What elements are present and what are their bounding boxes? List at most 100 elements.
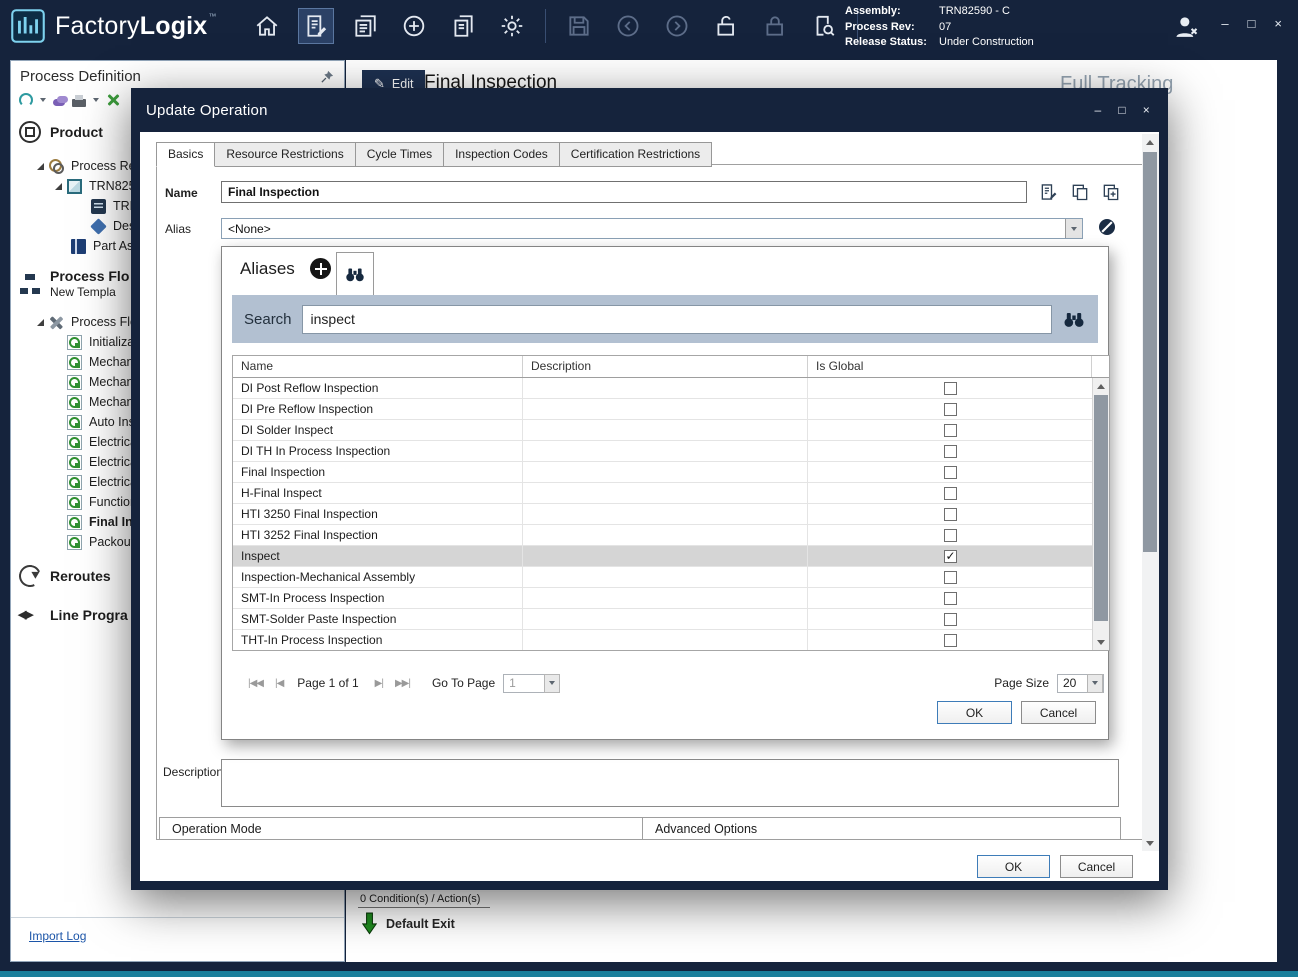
process-step-icon [67, 495, 82, 510]
home-button[interactable] [249, 8, 285, 44]
is-global-checkbox[interactable] [944, 550, 957, 563]
search-binoculars-icon[interactable] [1062, 307, 1086, 331]
window-close-button[interactable]: × [1274, 16, 1282, 31]
table-row[interactable]: DI Solder Inspect [233, 420, 1092, 441]
column-header[interactable]: Name [233, 356, 523, 377]
dialog-tab[interactable]: Certification Restrictions [559, 142, 712, 167]
scroll-down-icon[interactable] [1093, 634, 1109, 650]
expand-arrow-icon[interactable] [55, 183, 62, 190]
dialog-maximize-button[interactable]: □ [1118, 103, 1125, 117]
window-maximize-button[interactable]: □ [1248, 16, 1256, 31]
no-alias-icon[interactable] [1097, 217, 1117, 237]
user-logout-button[interactable] [1168, 9, 1204, 45]
prev-page-button[interactable]: |◀ [275, 678, 283, 689]
alias-search-input[interactable] [302, 305, 1052, 334]
alias-combobox[interactable]: <None> [221, 218, 1083, 239]
table-row[interactable]: HTI 3252 Final Inspection [233, 525, 1092, 546]
dialog-tab[interactable]: Resource Restrictions [214, 142, 355, 167]
column-header[interactable]: Description [523, 356, 808, 377]
dialog-tab[interactable]: Basics [156, 142, 215, 167]
is-global-checkbox[interactable] [944, 424, 957, 437]
alias-search-tab[interactable] [336, 252, 374, 295]
settings-button[interactable] [494, 8, 530, 44]
description-textarea[interactable] [221, 759, 1119, 807]
is-global-checkbox[interactable] [944, 466, 957, 479]
next-page-button[interactable]: ▶| [375, 678, 383, 689]
dialog-minimize-button[interactable]: – [1094, 103, 1101, 117]
pin-icon[interactable] [320, 69, 335, 84]
expand-arrow-icon[interactable] [37, 319, 44, 326]
back-button[interactable] [610, 8, 646, 44]
copy-add-icon[interactable] [1101, 182, 1121, 202]
is-global-checkbox[interactable] [944, 487, 957, 500]
combo-dropdown-button[interactable] [1065, 219, 1082, 238]
add-alias-button[interactable] [310, 258, 331, 279]
last-page-button[interactable]: ▶▶| [395, 678, 410, 689]
sync-button[interactable] [396, 8, 432, 44]
scroll-thumb[interactable] [1094, 395, 1108, 621]
name-input[interactable] [221, 181, 1027, 203]
forward-button[interactable] [659, 8, 695, 44]
documents-button[interactable] [445, 8, 481, 44]
refresh-icon[interactable] [19, 93, 33, 107]
table-row[interactable]: H-Final Inspect [233, 483, 1092, 504]
page-size-dropdown[interactable] [1087, 674, 1103, 693]
dialog-window-controls: – □ × [1094, 103, 1158, 117]
process-editor-button[interactable] [298, 8, 334, 44]
table-row[interactable]: DI TH In Process Inspection [233, 441, 1092, 462]
dropdown-caret-icon[interactable] [40, 98, 46, 102]
is-global-checkbox[interactable] [944, 571, 957, 584]
rename-icon[interactable] [1039, 182, 1059, 202]
dialog-tab[interactable]: Inspection Codes [443, 142, 560, 167]
save-button[interactable] [561, 8, 597, 44]
import-log-link[interactable]: Import Log [29, 929, 86, 943]
scroll-up-icon[interactable] [1093, 378, 1109, 394]
clear-filter-icon[interactable] [106, 93, 120, 107]
goto-page-input[interactable] [503, 674, 545, 693]
dialog-cancel-button[interactable]: Cancel [1060, 855, 1133, 878]
table-row[interactable]: Inspect [233, 546, 1092, 567]
conditions-link[interactable]: 0 Condition(s) / Action(s) [358, 893, 490, 908]
goto-page-dropdown[interactable] [544, 674, 560, 693]
aliases-cancel-button[interactable]: Cancel [1021, 701, 1096, 724]
link-icon[interactable] [53, 99, 65, 106]
table-row[interactable]: DI Pre Reflow Inspection [233, 399, 1092, 420]
is-global-checkbox[interactable] [944, 382, 957, 395]
scroll-thumb[interactable] [1143, 152, 1157, 552]
default-exit[interactable]: Default Exit [362, 912, 455, 935]
first-page-button[interactable]: |◀◀ [248, 678, 263, 689]
release-search-button[interactable] [806, 8, 842, 44]
print-icon[interactable] [72, 99, 86, 107]
copy-icon[interactable] [1070, 182, 1090, 202]
table-row[interactable]: HTI 3250 Final Inspection [233, 504, 1092, 525]
is-global-checkbox[interactable] [944, 592, 957, 605]
unlock-button[interactable] [708, 8, 744, 44]
table-scrollbar[interactable] [1092, 378, 1109, 650]
scroll-up-icon[interactable] [1142, 134, 1158, 150]
is-global-checkbox[interactable] [944, 445, 957, 458]
page-size-select[interactable]: 20 [1057, 674, 1104, 693]
dialog-scrollbar[interactable] [1142, 134, 1159, 851]
is-global-checkbox[interactable] [944, 508, 957, 521]
table-row[interactable]: SMT-Solder Paste Inspection [233, 609, 1092, 630]
lock-button[interactable] [757, 8, 793, 44]
is-global-checkbox[interactable] [944, 613, 957, 626]
table-row[interactable]: SMT-In Process Inspection [233, 588, 1092, 609]
dialog-close-button[interactable]: × [1143, 103, 1150, 117]
window-minimize-button[interactable]: – [1221, 16, 1228, 31]
dialog-ok-button[interactable]: OK [977, 855, 1050, 878]
table-row[interactable]: THT-In Process Inspection [233, 630, 1092, 650]
table-row[interactable]: Inspection-Mechanical Assembly [233, 567, 1092, 588]
table-row[interactable]: Final Inspection [233, 462, 1092, 483]
is-global-checkbox[interactable] [944, 529, 957, 542]
dialog-tab[interactable]: Cycle Times [355, 142, 444, 167]
dropdown-caret-icon[interactable] [93, 98, 99, 102]
is-global-checkbox[interactable] [944, 403, 957, 416]
table-row[interactable]: DI Post Reflow Inspection [233, 378, 1092, 399]
scroll-down-icon[interactable] [1142, 835, 1158, 851]
expand-arrow-icon[interactable] [37, 163, 44, 170]
is-global-checkbox[interactable] [944, 634, 957, 647]
column-header[interactable]: Is Global [808, 356, 1092, 377]
aliases-ok-button[interactable]: OK [937, 701, 1012, 724]
templates-button[interactable] [347, 8, 383, 44]
